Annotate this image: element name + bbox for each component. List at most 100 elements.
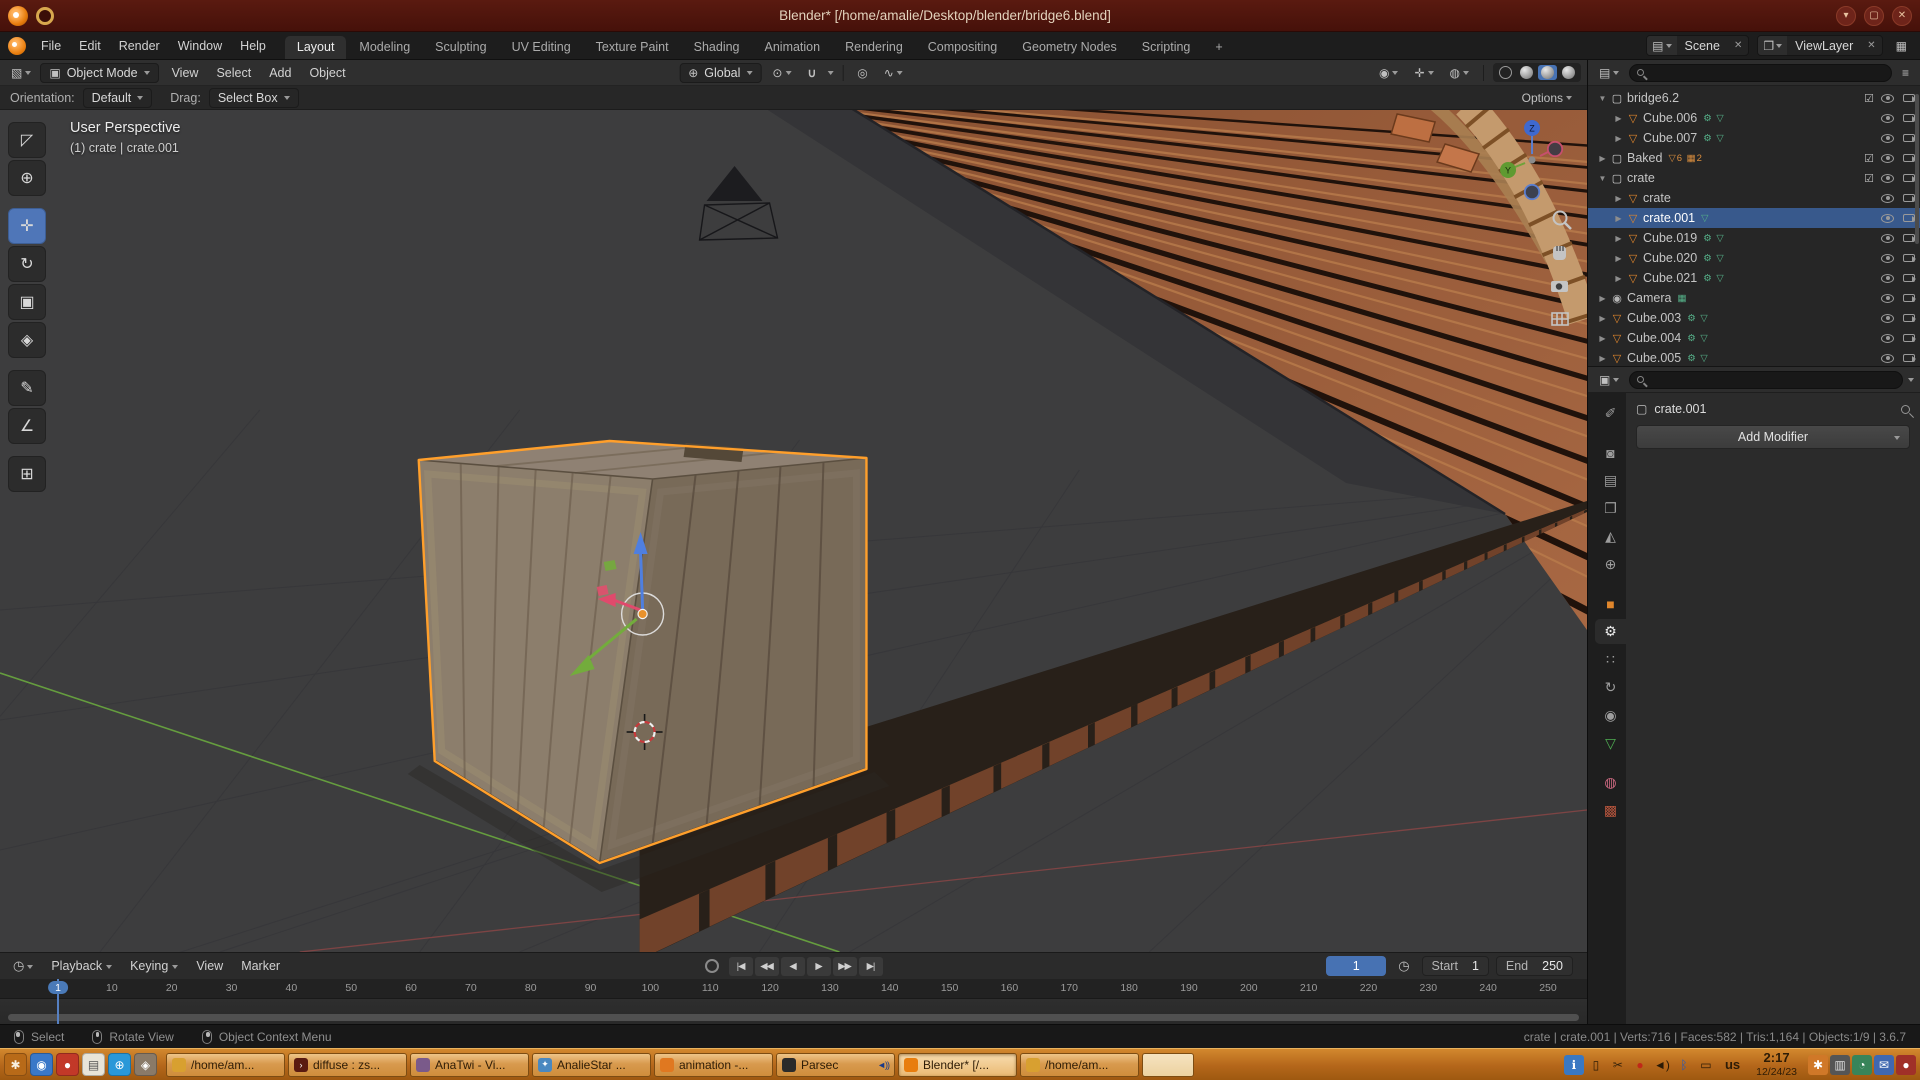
add-modifier-button[interactable]: Add Modifier [1636, 425, 1910, 449]
expand-arrow-icon[interactable]: ▶ [1612, 234, 1625, 243]
timeline-editor-type-button[interactable] [8, 956, 38, 976]
properties-tab-scene[interactable]: ◭ [1595, 524, 1626, 549]
taskbar-window-terminal[interactable]: › diffuse : zs... [288, 1053, 407, 1077]
minimize-button[interactable]: ▾ [1836, 6, 1856, 26]
disable-in-render-icon[interactable] [1903, 94, 1915, 102]
taskbar-window-files-2[interactable]: /home/am... [1020, 1053, 1139, 1077]
workspace-tab-compositing[interactable]: Compositing [916, 36, 1009, 59]
disable-in-render-icon[interactable] [1903, 234, 1915, 242]
launcher-globe-icon[interactable]: ⊕ [108, 1053, 131, 1076]
timeline-track[interactable] [0, 999, 1587, 1024]
workspace-tab-add[interactable]: + [1203, 36, 1234, 59]
hide-in-viewport-icon[interactable] [1881, 214, 1894, 223]
orientation-dropdown[interactable]: Default [83, 88, 153, 108]
launcher-notes-icon[interactable]: ▤ [82, 1053, 105, 1076]
hide-in-viewport-icon[interactable] [1881, 194, 1894, 203]
properties-editor-type-button[interactable] [1594, 370, 1624, 390]
timeline-ruler[interactable]: 1 10 20 30 40 50 60 70 80 90 100 110 120… [0, 979, 1587, 999]
proportional-falloff-button[interactable] [879, 63, 908, 83]
properties-tab-render[interactable]: ◙ [1595, 440, 1626, 465]
tray-app-mail-icon[interactable]: ✉ [1874, 1055, 1894, 1075]
timeline-menu-playback[interactable]: Playback [42, 953, 121, 979]
pivot-point-button[interactable] [767, 63, 796, 83]
disable-in-render-icon[interactable] [1903, 114, 1915, 122]
workspace-tab-rendering[interactable]: Rendering [833, 36, 915, 59]
disable-in-render-icon[interactable] [1903, 154, 1915, 162]
hide-in-viewport-icon[interactable] [1881, 114, 1894, 123]
scene-selector[interactable]: Scene ✕ [1646, 35, 1749, 56]
properties-tab-physics[interactable]: ↻ [1595, 675, 1626, 700]
taskbar-window-blender[interactable]: Blender* [/... [898, 1053, 1017, 1077]
view-layer-selector[interactable]: ViewLayer ✕ [1757, 35, 1882, 56]
outliner-row[interactable]: ▶ ▽ Cube.006 ⚙ ▽ [1588, 108, 1920, 128]
collection-checkbox[interactable]: ☑ [1864, 172, 1874, 185]
properties-tab-texture[interactable]: ▩ [1595, 798, 1626, 823]
use-preview-range-icon[interactable] [1393, 956, 1414, 976]
outliner-row[interactable]: ▶ ▽ Cube.003 ⚙ ▽ [1588, 308, 1920, 328]
tool-add-cube[interactable]: ⊞ [8, 456, 46, 492]
next-keyframe-button[interactable]: ▶▶ [833, 957, 857, 976]
tray-tablet-icon[interactable]: ▯ [1586, 1055, 1606, 1075]
editor-type-button[interactable] [6, 63, 36, 83]
outliner-editor-type-button[interactable] [1594, 63, 1624, 83]
properties-tab-object[interactable]: ■ [1595, 591, 1626, 616]
expand-arrow-icon[interactable]: ▶ [1596, 354, 1609, 363]
viewport-camera-view-icon[interactable] [1551, 281, 1568, 292]
workspace-tab-uv-editing[interactable]: UV Editing [500, 36, 583, 59]
outliner-row[interactable]: ▶ ▽ crate [1588, 188, 1920, 208]
timeline-menu-keying[interactable]: Keying [121, 953, 187, 979]
disable-in-render-icon[interactable] [1903, 274, 1915, 282]
expand-arrow-icon[interactable]: ▼ [1596, 174, 1609, 183]
outliner-row[interactable]: ▶ ▽ Cube.019 ⚙ ▽ [1588, 228, 1920, 248]
hide-in-viewport-icon[interactable] [1881, 254, 1894, 263]
play-reverse-button[interactable]: ◀ [781, 957, 805, 976]
properties-tab-world[interactable]: ⊕ [1595, 552, 1626, 577]
hide-in-viewport-icon[interactable] [1881, 354, 1894, 363]
disable-in-render-icon[interactable] [1903, 314, 1915, 322]
disable-in-render-icon[interactable] [1903, 354, 1915, 362]
taskbar-clock[interactable]: 2:17 12/24/23 [1749, 1051, 1804, 1078]
disable-in-render-icon[interactable] [1903, 214, 1915, 222]
properties-options-caret[interactable] [1908, 378, 1914, 385]
screen-layout-icon[interactable] [1891, 36, 1912, 56]
tray-record-icon[interactable]: ● [1630, 1055, 1650, 1075]
gizmos-dropdown[interactable] [1409, 63, 1438, 83]
workspace-tab-modeling[interactable]: Modeling [347, 36, 422, 59]
menu-render[interactable]: Render [110, 33, 169, 59]
properties-tab-material[interactable]: ◍ [1595, 770, 1626, 795]
expand-arrow-icon[interactable]: ▶ [1596, 314, 1609, 323]
properties-tab-particles[interactable]: ∷ [1595, 647, 1626, 672]
end-frame-field[interactable]: End250 [1496, 956, 1573, 976]
collection-checkbox[interactable]: ☑ [1864, 152, 1874, 165]
scene-unlink-icon[interactable]: ✕ [1728, 40, 1748, 51]
expand-arrow-icon[interactable]: ▶ [1612, 114, 1625, 123]
menu-help[interactable]: Help [231, 33, 275, 59]
viewport-menu-view[interactable]: View [163, 60, 208, 86]
outliner-row[interactable]: ▶ ▽ Cube.020 ⚙ ▽ [1588, 248, 1920, 268]
hide-in-viewport-icon[interactable] [1881, 134, 1894, 143]
workspace-tab-shading[interactable]: Shading [682, 36, 752, 59]
taskbar-empty-button[interactable] [1142, 1053, 1194, 1077]
tray-bluetooth-icon[interactable]: ᛒ [1674, 1055, 1694, 1075]
outliner-row[interactable]: ▼ ▢ bridge6.2 ☑ [1588, 88, 1920, 108]
tool-measure[interactable]: ∠ [8, 408, 46, 444]
viewport-menu-add[interactable]: Add [260, 60, 300, 86]
shading-material-button[interactable] [1538, 65, 1557, 80]
options-dropdown[interactable]: Options [1517, 88, 1577, 108]
jump-to-start-button[interactable]: |◀ [729, 957, 753, 976]
launcher-media-icon[interactable]: ● [56, 1053, 79, 1076]
hide-in-viewport-icon[interactable] [1881, 94, 1894, 103]
hide-in-viewport-icon[interactable] [1881, 154, 1894, 163]
mode-dropdown[interactable]: Object Mode [40, 63, 158, 83]
expand-arrow-icon[interactable]: ▶ [1596, 334, 1609, 343]
outliner-row[interactable]: ▶ ▽ Cube.004 ⚙ ▽ [1588, 328, 1920, 348]
workspace-tab-texture-paint[interactable]: Texture Paint [584, 36, 681, 59]
disable-in-render-icon[interactable] [1903, 334, 1915, 342]
taskbar-window-analiestar[interactable]: ✦ AnalieStar ... [532, 1053, 651, 1077]
expand-arrow-icon[interactable]: ▶ [1612, 134, 1625, 143]
outliner-row[interactable]: ▶ ◉ Camera ▦ [1588, 288, 1920, 308]
visibility-dropdown[interactable] [1374, 63, 1403, 83]
start-frame-field[interactable]: Start1 [1422, 956, 1489, 976]
workspace-tab-scripting[interactable]: Scripting [1130, 36, 1203, 59]
tray-info-icon[interactable]: ℹ [1564, 1055, 1584, 1075]
